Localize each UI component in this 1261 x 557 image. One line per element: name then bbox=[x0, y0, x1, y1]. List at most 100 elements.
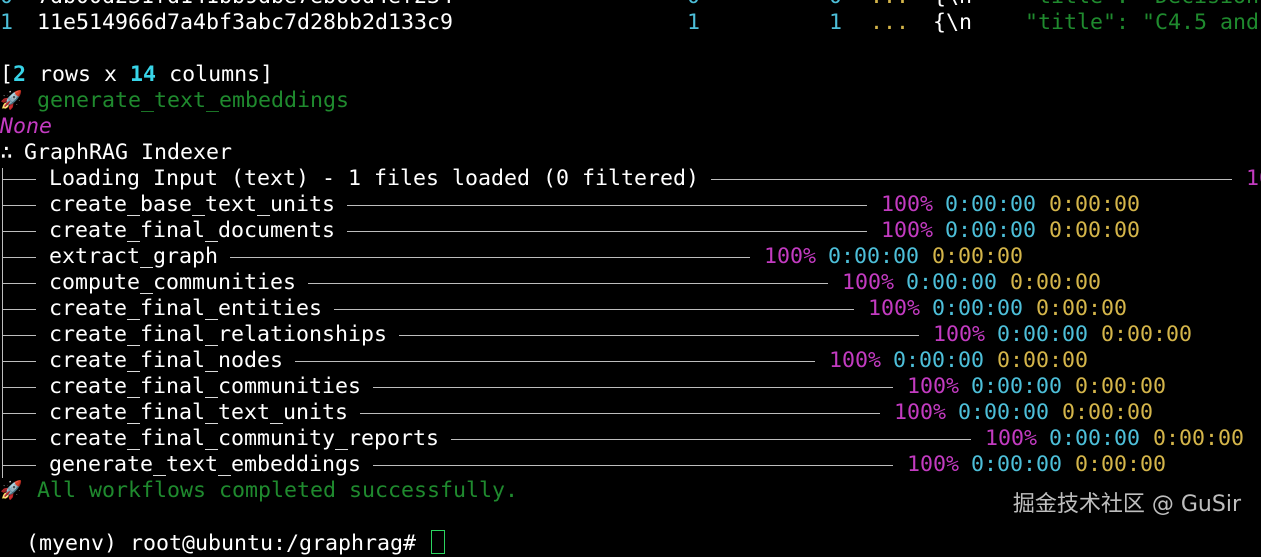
progress-percent: 100% bbox=[842, 270, 895, 295]
column-count: 14 bbox=[130, 62, 157, 87]
elapsed-time: 0:00:00 bbox=[932, 296, 1024, 321]
remaining-time: 0:00:00 bbox=[1010, 270, 1102, 295]
workflow-name: create_final_text_units bbox=[49, 400, 349, 425]
row-index: 0 bbox=[0, 0, 13, 10]
remaining-time: 0:00:00 bbox=[932, 244, 1024, 269]
tree-branch bbox=[2, 283, 36, 284]
workflow-name: generate_text_embeddings bbox=[49, 452, 362, 477]
row-value: 1 bbox=[829, 10, 843, 35]
progress-bar bbox=[373, 465, 893, 466]
progress-bar bbox=[334, 309, 854, 310]
row-id: 11e514966d7a4bf3abc7d28bb2d133c9 bbox=[37, 10, 454, 35]
row-text: "title": "C4.5 and bbox=[1025, 10, 1260, 35]
workflow-row: extract_graph 100% 0:00:00 0:00:00 bbox=[0, 244, 1261, 270]
workflow-name: create_final_documents bbox=[49, 218, 336, 243]
progress-percent: 100% bbox=[868, 296, 921, 321]
progress-bar bbox=[399, 335, 919, 336]
step-start: 🚀 generate_text_embeddings bbox=[0, 88, 349, 114]
progress-bar bbox=[295, 361, 815, 362]
indexer-header: ∴ GraphRAG Indexer bbox=[0, 140, 232, 166]
elapsed-time: 0:00:00 bbox=[997, 322, 1089, 347]
remaining-time: 0:00:00 bbox=[997, 348, 1089, 373]
row-index: 1 bbox=[0, 10, 14, 35]
remaining-time: 0:00:00 bbox=[1101, 322, 1193, 347]
workflow-name: Loading Input (text) - 1 files loaded (0… bbox=[49, 166, 700, 191]
row-ellipsis: ... bbox=[870, 0, 909, 10]
tree-branch bbox=[2, 361, 36, 362]
elapsed-time: 0:00:00 bbox=[958, 400, 1050, 425]
table-shape: [2 rows x 14 columns] bbox=[0, 62, 274, 87]
progress-percent: 100% bbox=[881, 218, 934, 243]
workflow-row: create_final_relationships 100% 0:00:00 0:0… bbox=[0, 322, 1261, 348]
workflow-name: create_final_community_reports bbox=[49, 426, 440, 451]
progress-percent: 100% bbox=[764, 244, 817, 269]
table-row: 1 11e514966d7a4bf3abc7d28bb2d133c9 1 1 .… bbox=[0, 10, 1261, 36]
progress-percent: 100% bbox=[894, 400, 947, 425]
workflow-name: create_base_text_units bbox=[49, 192, 336, 217]
workflow-row: compute_communities 100% 0:00:00 0:00:00 bbox=[0, 270, 1261, 296]
tree-branch bbox=[2, 335, 36, 336]
remaining-time: 0:00:00 bbox=[1062, 400, 1154, 425]
elapsed-time: 0:00:00 bbox=[893, 348, 985, 373]
progress-percent: 100% bbox=[907, 452, 960, 477]
elapsed-time: 0:00:00 bbox=[945, 192, 1037, 217]
progress-bar bbox=[373, 387, 893, 388]
elapsed-time: 0:00:00 bbox=[1049, 426, 1141, 451]
progress-bar bbox=[711, 179, 1232, 180]
tree-branch bbox=[2, 231, 36, 232]
remaining-time: 0:00:00 bbox=[1049, 192, 1141, 217]
tree-branch bbox=[2, 413, 36, 414]
row-value: 0 bbox=[687, 0, 700, 10]
row-text-start: {\n bbox=[933, 0, 972, 10]
elapsed-time: 0:00:00 bbox=[971, 374, 1063, 399]
shell-prompt[interactable]: (myenv) root@ubuntu:/graphrag# bbox=[0, 504, 446, 556]
workflow-row: Loading Input (text) - 1 files loaded (0… bbox=[0, 166, 1261, 192]
workflow-name: create_final_relationships bbox=[49, 322, 388, 347]
row-ellipsis: ... bbox=[870, 10, 910, 35]
remaining-time: 0:00:00 bbox=[1075, 374, 1167, 399]
progress-bar bbox=[360, 413, 880, 414]
tree-branch bbox=[2, 309, 36, 310]
tree-branch bbox=[2, 387, 36, 388]
row-count: 2 bbox=[13, 62, 27, 87]
workflow-name: extract_graph bbox=[49, 244, 219, 269]
row-value: 0 bbox=[829, 0, 842, 10]
row-text-start: {\n bbox=[933, 10, 973, 35]
none-output: None bbox=[0, 114, 53, 139]
remaining-time: 0:00:00 bbox=[1049, 218, 1141, 243]
elapsed-time: 0:00:00 bbox=[828, 244, 920, 269]
tree-branch bbox=[2, 179, 36, 180]
progress-percent: 100% bbox=[907, 374, 960, 399]
completion-text: All workflows completed successfully. bbox=[37, 478, 519, 503]
workflow-name: create_final_entities bbox=[49, 296, 323, 321]
tree-branch bbox=[2, 465, 36, 466]
progress-percent: 100% bbox=[985, 426, 1038, 451]
workflow-row: create_final_community_reports 100% 0:00:0… bbox=[0, 426, 1261, 452]
progress-percent: 10 bbox=[1246, 166, 1261, 191]
remaining-time: 0:00:00 bbox=[1153, 426, 1245, 451]
tree-branch bbox=[2, 439, 36, 440]
prompt-text: (myenv) root@ubuntu:/graphrag# bbox=[26, 531, 430, 556]
row-text: "title": "Decision bbox=[1025, 0, 1259, 10]
dots-icon: ∴ bbox=[0, 140, 14, 165]
watermark: 掘金技术社区 @ GuSir bbox=[1012, 492, 1241, 517]
progress-bar bbox=[451, 439, 971, 440]
terminal-cursor[interactable] bbox=[431, 530, 446, 554]
workflow-row: create_final_communities 100% 0:00:00 0:00:… bbox=[0, 374, 1261, 400]
workflow-row: generate_text_embeddings 100% 0:00:00 0:00:… bbox=[0, 452, 1261, 478]
workflow-row: create_final_text_units 100% 0:00:00 0:00:0… bbox=[0, 400, 1261, 426]
rocket-icon: 🚀 bbox=[0, 480, 23, 501]
progress-percent: 100% bbox=[881, 192, 934, 217]
progress-bar bbox=[347, 205, 867, 206]
workflow-row: create_base_text_units 100% 0:00:00 0:00:00 bbox=[0, 192, 1261, 218]
table-row: 0 7db00d231fd141bb9dbe7eb66d4ef234 0 0 .… bbox=[0, 0, 1261, 10]
row-id: 7db00d231fd141bb9dbe7eb66d4ef234 bbox=[37, 0, 453, 10]
workflow-name: create_final_nodes bbox=[49, 348, 284, 373]
progress-percent: 100% bbox=[829, 348, 882, 373]
progress-bar bbox=[308, 283, 828, 284]
workflow-name: compute_communities bbox=[49, 270, 297, 295]
rocket-icon: 🚀 bbox=[0, 90, 23, 111]
progress-bar bbox=[347, 231, 867, 232]
remaining-time: 0:00:00 bbox=[1075, 452, 1167, 477]
elapsed-time: 0:00:00 bbox=[945, 218, 1037, 243]
